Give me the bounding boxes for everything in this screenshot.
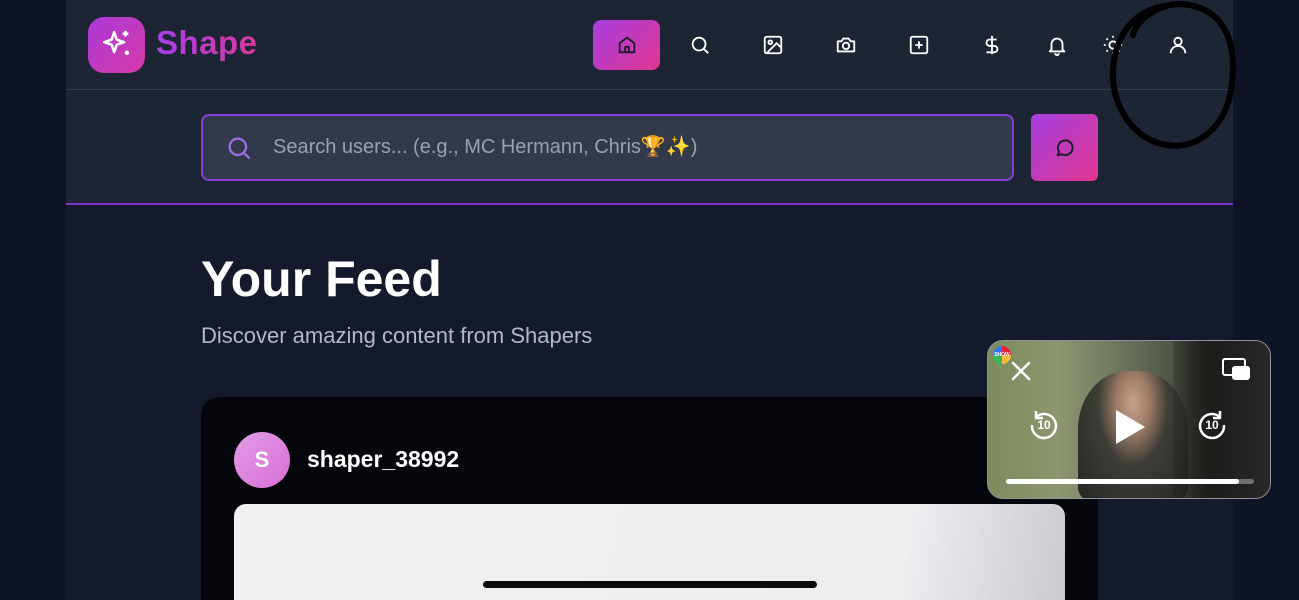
top-navbar: Shape — [66, 0, 1233, 90]
chat-button[interactable] — [1031, 114, 1098, 181]
nav-create-button[interactable] — [885, 20, 952, 70]
search-bar — [201, 114, 1014, 181]
search-icon — [691, 36, 709, 54]
logo-sparkles-icon[interactable] — [88, 17, 145, 73]
user-icon — [1169, 36, 1186, 54]
close-icon — [1011, 361, 1031, 381]
home-indicator[interactable] — [483, 581, 817, 588]
app-container: Shape Search users... (e.g., MC Hermann,… — [66, 0, 1233, 600]
skip-back-seconds: 10 — [1037, 418, 1051, 432]
pip-video-player[interactable]: SHOW 10 10 — [987, 340, 1271, 499]
nav-camera-button[interactable] — [812, 20, 879, 70]
page-title: Your Feed — [201, 251, 442, 307]
sun-icon — [1103, 35, 1122, 55]
nav-home-button[interactable] — [593, 20, 660, 70]
page-subtitle: Discover amazing content from Shapers — [201, 323, 593, 348]
dollar-icon — [985, 35, 998, 55]
camera-icon — [836, 37, 855, 53]
search-section — [66, 90, 1233, 205]
post-card: S shaper_38992 — [201, 397, 1098, 600]
search-icon — [228, 137, 251, 159]
pip-expand-button[interactable] — [1221, 357, 1251, 388]
plus-square-icon — [909, 35, 928, 55]
nav-dollar-button[interactable] — [958, 20, 1025, 70]
image-icon — [763, 35, 782, 55]
skip-forward-seconds: 10 — [1205, 418, 1219, 432]
message-circle-icon — [1056, 138, 1074, 156]
page-margin-left — [0, 0, 66, 600]
pip-progress-fill — [1006, 479, 1240, 484]
pip-skip-back-button[interactable]: 10 — [1028, 409, 1060, 441]
pip-restore-icon — [1222, 358, 1250, 380]
nav-search-button[interactable] — [666, 20, 733, 70]
nav-profile-button[interactable] — [1144, 20, 1211, 70]
pip-skip-forward-button[interactable]: 10 — [1196, 409, 1228, 441]
page-margin-right — [1233, 0, 1299, 600]
pip-progress-bar[interactable] — [1006, 479, 1254, 484]
pip-close-button[interactable] — [1009, 359, 1033, 388]
search-users-input[interactable] — [273, 127, 1012, 168]
nav-image-button[interactable] — [739, 20, 806, 70]
play-icon — [1116, 410, 1145, 444]
home-icon — [618, 36, 635, 54]
nav-theme-toggle-button[interactable] — [1079, 20, 1146, 70]
avatar[interactable]: S — [234, 432, 290, 488]
brand-name[interactable]: Shape — [156, 24, 258, 62]
pip-play-button[interactable] — [1112, 407, 1148, 452]
post-username[interactable]: shaper_38992 — [307, 446, 459, 473]
avatar-initial: S — [254, 447, 270, 472]
bell-icon — [1048, 37, 1065, 56]
